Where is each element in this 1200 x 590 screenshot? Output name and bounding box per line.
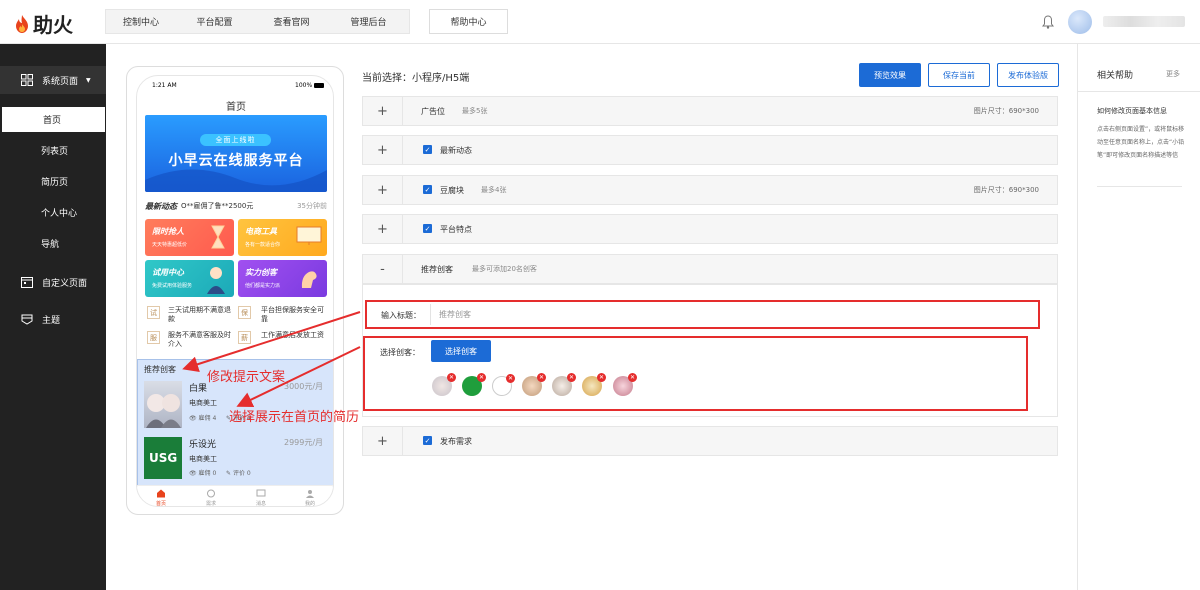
help-panel-title: 相关帮助: [1097, 71, 1134, 81]
divider: [1078, 91, 1200, 92]
divider: [1097, 186, 1182, 187]
help-question-title[interactable]: 如何修改页面基本信息: [1097, 106, 1167, 116]
annotation-arrows: [182, 311, 361, 407]
help-panel: 相关帮助 更多 如何修改页面基本信息 点击右侧页面设置”，或将鼠标移动至任意页面…: [1077, 44, 1200, 590]
help-more-link[interactable]: 更多: [1166, 69, 1180, 79]
help-question-body: 点击右侧页面设置”，或将鼠标移动至任意页面名称上，点击“小铅笔”即可修改页面名称…: [1097, 126, 1185, 159]
annotation-select-resume: 选择展示在首页的简历: [229, 410, 360, 425]
annotation-edit-copy: 修改提示文案: [207, 370, 286, 385]
